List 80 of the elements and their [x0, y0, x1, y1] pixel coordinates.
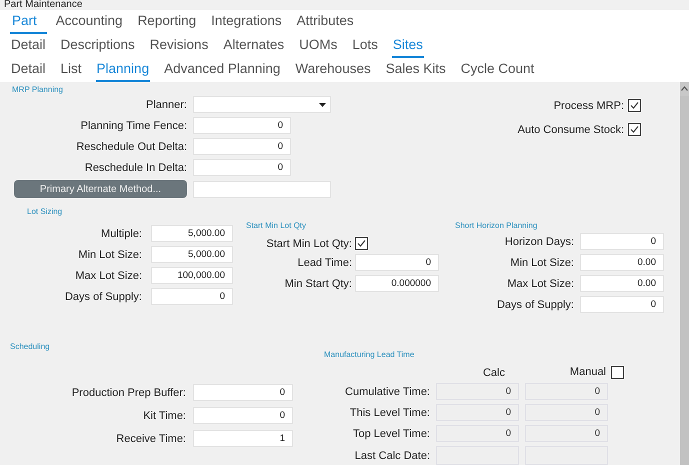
checkbox[interactable]	[628, 99, 641, 112]
input-field[interactable]: 0	[193, 138, 291, 155]
tab[interactable]: Detail	[10, 61, 47, 82]
group-heading: Start Min Lot Qty	[246, 221, 308, 231]
input-field[interactable]: 0	[525, 425, 608, 442]
field-label: Kit Time:	[142, 410, 186, 422]
input-field[interactable]: 0.00	[580, 275, 664, 292]
tab[interactable]: Warehouses	[294, 61, 372, 82]
input-field[interactable]: 0	[525, 383, 608, 400]
group-heading: Lot Sizing	[27, 207, 64, 217]
tab[interactable]: Detail	[10, 37, 47, 58]
tab[interactable]: Accounting	[54, 13, 124, 34]
checkbox[interactable]	[611, 366, 624, 379]
tab[interactable]: Descriptions	[60, 37, 136, 58]
tab[interactable]: List	[60, 61, 83, 82]
input-field[interactable]: 0.000000	[355, 275, 439, 292]
window-title: Part Maintenance	[4, 0, 82, 10]
caret-icon	[319, 102, 326, 106]
input-field[interactable]: 0	[436, 383, 519, 400]
tab[interactable]: Attributes	[296, 13, 355, 34]
tab[interactable]: Cycle Count	[460, 61, 536, 82]
column-header: Calc	[482, 366, 505, 378]
input-field[interactable]: 5,000.00	[151, 225, 233, 242]
input-field[interactable]: 0	[525, 404, 608, 421]
input-field[interactable]: 0	[580, 233, 664, 250]
field-label: Planner:	[145, 98, 187, 110]
group-heading: Short Horizon Planning	[455, 221, 538, 231]
field-label: Last Calc Date:	[354, 450, 430, 462]
input-field[interactable]: 5,000.00	[151, 246, 233, 263]
input-field[interactable]: 0	[193, 117, 291, 134]
field-label: This Level Time:	[348, 406, 430, 418]
input-field[interactable]: 0	[436, 404, 519, 421]
input-field[interactable]: 0	[355, 254, 439, 271]
checkbox-label: Process MRP:	[554, 100, 624, 112]
field-label: Max Lot Size:	[74, 270, 142, 282]
field-label: Top Level Time:	[352, 428, 430, 440]
field-label: Production Prep Buffer:	[70, 386, 186, 398]
tab[interactable]: Revisions	[148, 37, 210, 58]
tab[interactable]: Reporting	[136, 13, 198, 34]
group-heading: Manufacturing Lead Time	[324, 350, 416, 360]
field-label: Min Start Qty:	[284, 278, 352, 290]
input-field[interactable]: 1	[193, 430, 293, 447]
group-heading: Scheduling	[10, 342, 51, 352]
tab[interactable]: Advanced Planning	[163, 61, 282, 82]
field-label: Max Lot Size:	[506, 278, 574, 290]
field-label: Min Lot Size:	[509, 256, 574, 268]
field-label: Min Lot Size:	[77, 248, 142, 260]
checkbox-label: Auto Consume Stock:	[518, 124, 624, 136]
input-field[interactable]: 0	[193, 384, 293, 401]
dropdown[interactable]	[193, 96, 331, 113]
input-field[interactable]: 0	[436, 425, 519, 442]
field-label: Multiple:	[100, 228, 142, 240]
field-label: Lead Time:	[296, 256, 352, 268]
field-label: Cumulative Time:	[344, 386, 430, 398]
field-label: Reschedule Out Delta:	[75, 140, 187, 152]
input-field[interactable]: 0	[151, 288, 233, 305]
column-header: Manual	[570, 366, 606, 379]
input-field[interactable]: 100,000.00	[151, 267, 233, 284]
scroll-up-icon[interactable]	[681, 86, 688, 91]
field-label: Receive Time:	[115, 432, 186, 444]
field-label: Horizon Days:	[504, 236, 574, 248]
input-field[interactable]: 0	[193, 159, 291, 176]
input-field[interactable]: 0	[193, 407, 293, 424]
tab[interactable]: UOMs	[298, 37, 338, 58]
tab[interactable]: Integrations	[210, 13, 283, 34]
input-field[interactable]: 0.00	[580, 254, 664, 271]
field-label: Days of Supply:	[64, 290, 142, 302]
field-label: Days of Supply:	[496, 298, 574, 310]
input-field[interactable]	[193, 180, 331, 198]
group-heading: MRP Planning	[12, 85, 64, 95]
field-label: Planning Time Fence:	[80, 120, 187, 132]
primary-alternate-method-button[interactable]: Primary Alternate Method...	[14, 180, 187, 198]
tab[interactable]: Sales Kits	[384, 61, 447, 82]
tab[interactable]: Alternates	[222, 37, 286, 58]
input-field[interactable]: 0	[580, 296, 664, 313]
checkbox-label: Start Min Lot Qty:	[265, 238, 352, 250]
checkbox[interactable]	[355, 237, 368, 250]
checkbox[interactable]	[628, 123, 641, 136]
tab[interactable]: Lots	[351, 37, 379, 58]
field-label: Reschedule In Delta:	[84, 162, 187, 174]
